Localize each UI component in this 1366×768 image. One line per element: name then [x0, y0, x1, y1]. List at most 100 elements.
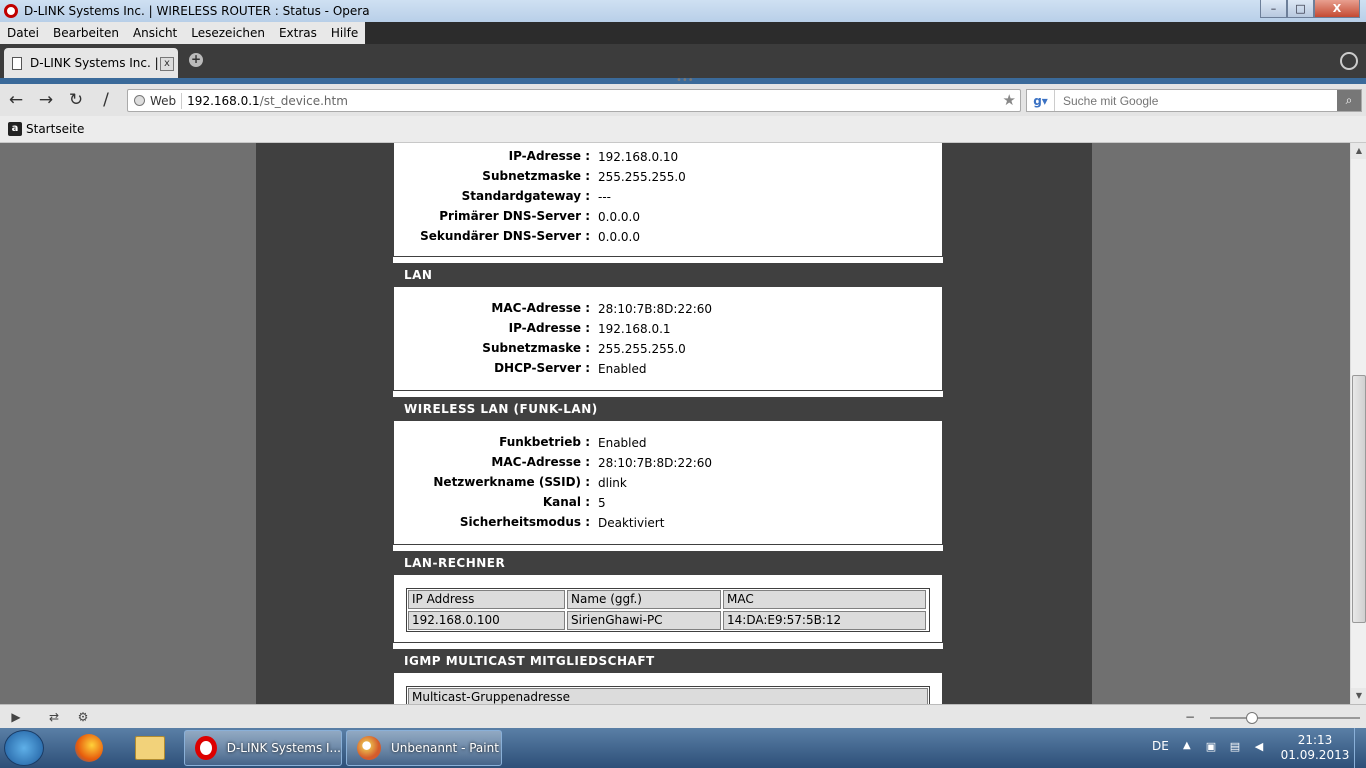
tray-expand-icon[interactable]: ▲ [1183, 740, 1191, 751]
close-window-button[interactable]: X [1314, 0, 1360, 18]
info-row: Sekundärer DNS-Server : 0.0.0.0 [394, 226, 944, 246]
task-label: D-LINK Systems I... [226, 741, 341, 755]
table-row: 192.168.0.100 SirienGhawi-PC 14:DA:E9:57… [407, 610, 929, 631]
info-value: 28:10:7B:8D:22:60 [598, 302, 713, 316]
trash-icon[interactable] [1340, 52, 1358, 70]
window-controls: – □ X [1260, 0, 1360, 18]
explorer-pinned[interactable] [122, 731, 178, 765]
info-row: Sicherheitsmodus : Deaktiviert [394, 512, 944, 532]
zoom-slider-track[interactable] [1210, 717, 1360, 719]
scrollbar-thumb[interactable] [1352, 375, 1366, 623]
search-box: g▾ ⌕ [1026, 89, 1362, 112]
address-path: /st_device.htm [259, 93, 348, 108]
tab-dlink-status[interactable]: D-LINK Systems Inc. | ... x [4, 48, 178, 78]
sync-icon[interactable]: ⇄ [46, 709, 62, 725]
maximize-button[interactable]: □ [1287, 0, 1314, 18]
table-cell: SirienGhawi-PC [567, 611, 721, 630]
info-row: DHCP-Server : Enabled [394, 358, 944, 378]
tab-close-button[interactable]: x [160, 57, 174, 71]
info-key: Subnetzmaske : [482, 169, 590, 183]
clock-date: 01.09.2013 [1280, 748, 1350, 762]
info-row: MAC-Adresse : 28:10:7B:8D:22:60 [394, 298, 944, 318]
table-header-row: Multicast-Gruppenadresse [407, 687, 929, 704]
turbo-icon[interactable]: ⚙ [75, 709, 91, 725]
edit-icon[interactable]: / [96, 90, 116, 110]
menu-extras[interactable]: Extras [272, 26, 324, 40]
opera-logo-icon [4, 4, 18, 18]
task-paint[interactable]: Unbenannt - Paint [346, 730, 502, 766]
info-key: Netzwerkname (SSID) : [433, 475, 590, 489]
info-row: Standardgateway : --- [394, 186, 944, 206]
back-button[interactable]: ← [6, 90, 26, 110]
info-key: Sicherheitsmodus : [459, 515, 590, 529]
address-web-label: Web [150, 93, 177, 108]
menu-lesezeichen[interactable]: Lesezeichen [184, 26, 272, 40]
menu-datei[interactable]: Datei [0, 26, 46, 40]
info-row: Subnetzmaske : 255.255.255.0 [394, 166, 944, 186]
device-icon[interactable]: ▤ [1228, 740, 1242, 754]
minimize-button[interactable]: – [1260, 0, 1287, 18]
window-title: D-LINK Systems Inc. | WIRELESS ROUTER : … [24, 4, 370, 18]
info-key: Primärer DNS-Server : [439, 209, 590, 223]
info-value: --- [598, 190, 611, 204]
forward-button[interactable]: → [36, 90, 56, 110]
zoom-out-icon[interactable]: − [1182, 709, 1198, 725]
bookmark-star-icon[interactable]: ★ [1003, 91, 1016, 109]
menu-bar: Datei Bearbeiten Ansicht Lesezeichen Ext… [0, 22, 1366, 44]
info-value: 255.255.255.0 [598, 342, 686, 356]
info-row: MAC-Adresse : 28:10:7B:8D:22:60 [394, 452, 944, 472]
table-cell: 14:DA:E9:57:5B:12 [723, 611, 926, 630]
lan-section: LAN MAC-Adresse : 28:10:7B:8D:22:60 IP-Ad… [393, 263, 943, 391]
column-header: Multicast-Gruppenadresse [408, 688, 928, 704]
lan-clients-section: LAN-RECHNER IP Address Name (ggf.) MAC 1… [393, 551, 943, 643]
task-opera[interactable]: D-LINK Systems I... [184, 730, 342, 766]
menu-hilfe[interactable]: Hilfe [324, 26, 365, 40]
info-value: 192.168.0.1 [598, 322, 671, 336]
volume-icon[interactable]: ◀ [1252, 740, 1266, 754]
scroll-up-button[interactable]: ▲ [1351, 143, 1366, 159]
info-value: 5 [598, 496, 606, 510]
search-icon[interactable]: ⌕ [1337, 90, 1361, 111]
info-row: Primärer DNS-Server : 0.0.0.0 [394, 206, 944, 226]
wireless-lan-section: WIRELESS LAN (FUNK-LAN) Funkbetrieb : Ena… [393, 397, 943, 545]
info-row: Funkbetrieb : Enabled [394, 432, 944, 452]
opera-icon [195, 736, 217, 760]
section-header: LAN-RECHNER [394, 552, 942, 575]
firefox-pinned[interactable] [61, 731, 117, 765]
menu-bearbeiten[interactable]: Bearbeiten [46, 26, 126, 40]
clock[interactable]: 21:13 01.09.2013 [1280, 733, 1350, 763]
column-header: IP Address [408, 590, 565, 609]
page-icon [12, 56, 22, 70]
search-input[interactable] [1063, 93, 1323, 108]
new-tab-button[interactable]: + [189, 53, 203, 67]
status-bar: ▶ ⇄ ⚙ − [0, 704, 1366, 728]
reload-button[interactable]: ↻ [66, 90, 86, 110]
info-key: MAC-Adresse : [491, 455, 590, 469]
show-desktop-button[interactable] [1354, 728, 1366, 768]
zoom-slider-knob[interactable] [1246, 712, 1258, 724]
igmp-section: IGMP MULTICAST MITGLIEDSCHAFT Multicast-… [393, 649, 943, 704]
panel-toggle-icon[interactable]: ▶ [8, 709, 24, 725]
section-header: IGMP MULTICAST MITGLIEDSCHAFT [394, 650, 942, 673]
language-indicator[interactable]: DE [1152, 739, 1169, 753]
info-row: Netzwerkname (SSID) : dlink [394, 472, 944, 492]
navigation-bar: ← → ↻ / Web 192.168.0.1/st_device.htm ★ … [0, 84, 1366, 116]
info-key: Subnetzmaske : [482, 341, 590, 355]
network-icon[interactable]: ▣ [1204, 740, 1218, 754]
router-status-page: IP-Adresse : 192.168.0.10 Subnetzmaske : 2… [393, 143, 943, 704]
start-button[interactable] [4, 730, 44, 766]
scroll-down-button[interactable]: ▼ [1351, 688, 1366, 704]
bookmark-startseite[interactable]: Startseite [26, 122, 84, 136]
firefox-icon [75, 734, 103, 762]
info-value: 0.0.0.0 [598, 210, 640, 224]
address-bar[interactable]: Web 192.168.0.1/st_device.htm ★ [127, 89, 1021, 112]
info-value: 255.255.255.0 [598, 170, 686, 184]
info-value: Deaktiviert [598, 516, 665, 530]
google-engine-icon[interactable]: g▾ [1027, 90, 1055, 111]
tab-label: D-LINK Systems Inc. | ... [30, 56, 174, 70]
clock-time: 21:13 [1297, 733, 1333, 747]
vertical-scrollbar[interactable]: ▲ ▼ [1350, 143, 1366, 704]
info-key: IP-Adresse : [508, 149, 590, 163]
paint-icon [357, 736, 381, 760]
menu-ansicht[interactable]: Ansicht [126, 26, 184, 40]
